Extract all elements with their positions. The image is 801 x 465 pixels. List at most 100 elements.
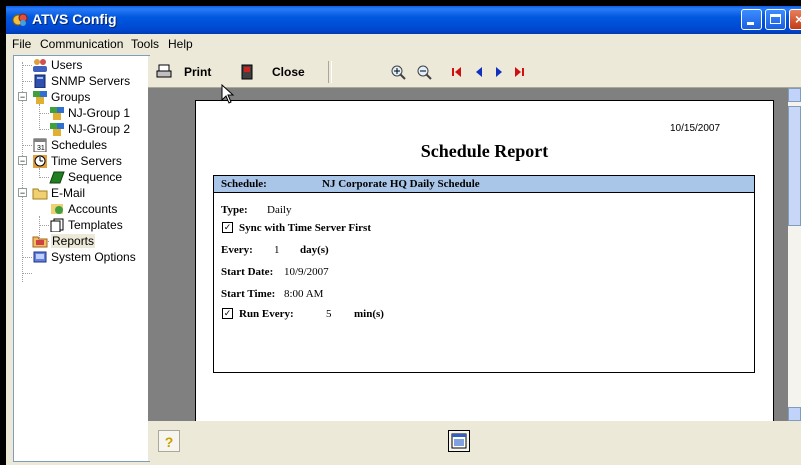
tree-item-reports[interactable]: Reports — [32, 233, 96, 249]
help-button[interactable]: ? — [158, 430, 180, 452]
zoom-in-icon — [391, 65, 406, 80]
tree-label: Schedules — [51, 138, 108, 152]
report-toolbar: Print Close — [148, 56, 801, 88]
door-icon — [241, 64, 253, 80]
tree-item-time-servers[interactable]: Time Servers — [32, 153, 122, 169]
type-value: Daily — [267, 204, 292, 216]
start-date-value: 10/9/2007 — [284, 266, 329, 278]
type-label: Type: — [221, 204, 248, 216]
menu-tools[interactable]: Tools — [131, 37, 159, 51]
title-bar[interactable]: ATVS Config × — [6, 6, 801, 34]
toolbar-separator — [328, 61, 332, 83]
navigation-tree: Users SNMP Servers − Groups NJ-Group 1 N — [13, 55, 150, 462]
tree-item-accounts[interactable]: Accounts — [49, 201, 117, 217]
email-expander[interactable]: − — [18, 188, 27, 198]
sequence-icon — [49, 170, 65, 184]
svg-text:31: 31 — [37, 145, 45, 152]
groups-expander[interactable]: − — [18, 92, 27, 102]
sync-label: Sync with Time Server First — [239, 222, 371, 234]
previous-page-icon — [476, 67, 482, 77]
tree-item-nj-group-1[interactable]: NJ-Group 1 — [49, 105, 130, 121]
run-every-value: 5 — [326, 308, 332, 320]
run-every-unit: min(s) — [354, 308, 384, 320]
view-toggle-button[interactable] — [448, 430, 470, 452]
run-every-label: Run Every: — [239, 308, 294, 320]
system-options-icon — [32, 250, 48, 264]
report-page: 10/15/2007 Schedule Report Schedule: NJ … — [195, 100, 774, 421]
scroll-thumb[interactable] — [788, 106, 801, 226]
previous-page-button[interactable] — [472, 62, 486, 82]
clock-icon — [32, 154, 48, 168]
sync-checkbox: ✓ — [222, 222, 233, 233]
time-servers-expander[interactable]: − — [18, 156, 27, 166]
start-time-label: Start Time: — [221, 288, 276, 300]
close-label: Close — [272, 65, 305, 79]
template-icon — [49, 218, 65, 233]
tree-item-schedules[interactable]: 31 Schedules — [32, 137, 107, 153]
schedule-header: Schedule: NJ Corporate HQ Daily Schedule — [214, 176, 754, 193]
tree-label: Groups — [51, 90, 91, 104]
app-window: ATVS Config × File Communication Tools H… — [6, 6, 801, 465]
tree-item-snmp-servers[interactable]: SNMP Servers — [32, 73, 130, 89]
users-icon — [32, 58, 48, 72]
window-icon — [451, 433, 467, 449]
close-report-button[interactable]: Close — [240, 62, 305, 82]
tree-label: Accounts — [68, 202, 118, 216]
next-page-button[interactable] — [492, 62, 506, 82]
printer-icon — [156, 64, 172, 78]
tree-label: Templates — [68, 218, 123, 232]
menu-help[interactable]: Help — [168, 37, 193, 51]
folder-icon — [32, 186, 48, 200]
every-unit: day(s) — [300, 244, 329, 256]
zoom-out-button[interactable] — [416, 62, 432, 82]
next-page-icon — [496, 67, 502, 77]
run-every-checkbox: ✓ — [222, 308, 233, 319]
every-label: Every: — [221, 244, 253, 256]
tree-label: Reports — [51, 234, 96, 248]
window-title: ATVS Config — [32, 11, 117, 27]
tree-item-sequence[interactable]: Sequence — [49, 169, 122, 185]
scroll-down-button[interactable] — [788, 407, 801, 421]
preview-scrollbar[interactable] — [788, 88, 801, 421]
mouse-cursor-icon — [221, 84, 235, 104]
calendar-icon: 31 — [32, 138, 48, 153]
tree-item-system-options[interactable]: System Options — [32, 249, 136, 265]
server-icon — [32, 74, 48, 89]
tree-label: Users — [51, 58, 83, 72]
reports-icon — [32, 234, 48, 248]
tree-label: SNMP Servers — [51, 74, 131, 88]
last-page-icon — [515, 67, 524, 77]
tree-item-groups[interactable]: Groups — [32, 89, 90, 105]
group-icon — [49, 106, 65, 120]
print-label: Print — [184, 65, 212, 79]
app-icon — [12, 13, 28, 26]
menu-communication[interactable]: Communication — [40, 37, 123, 51]
tree-item-users[interactable]: Users — [32, 57, 82, 73]
zoom-in-button[interactable] — [390, 62, 406, 82]
report-title: Schedule Report — [420, 141, 549, 161]
minimize-button[interactable] — [741, 9, 762, 30]
scroll-up-button[interactable] — [788, 88, 801, 102]
every-value: 1 — [274, 244, 280, 256]
zoom-out-icon — [417, 65, 432, 80]
menu-bar: File Communication Tools Help — [6, 34, 801, 54]
bottom-bar: ? — [148, 421, 801, 461]
group-icon — [49, 122, 65, 136]
tree-label: E-Mail — [51, 186, 86, 200]
report-date: 10/15/2007 — [670, 123, 721, 134]
maximize-button[interactable] — [765, 9, 786, 30]
tree-label: Time Servers — [51, 154, 122, 168]
tree-item-nj-group-2[interactable]: NJ-Group 2 — [49, 121, 130, 137]
tree-item-templates[interactable]: Templates — [49, 217, 123, 233]
report-preview-area[interactable]: 10/15/2007 Schedule Report Schedule: NJ … — [148, 88, 788, 421]
tree-item-email[interactable]: E-Mail — [32, 185, 85, 201]
first-page-button[interactable] — [450, 62, 464, 82]
close-window-button[interactable]: × — [789, 9, 801, 30]
print-button[interactable]: Print — [156, 62, 211, 82]
schedule-name: NJ Corporate HQ Daily Schedule — [322, 178, 480, 190]
start-time-value: 8:00 AM — [284, 288, 324, 300]
schedule-label: Schedule: — [221, 178, 267, 190]
menu-file[interactable]: File — [12, 37, 31, 51]
last-page-button[interactable] — [512, 62, 526, 82]
account-icon — [49, 202, 65, 216]
